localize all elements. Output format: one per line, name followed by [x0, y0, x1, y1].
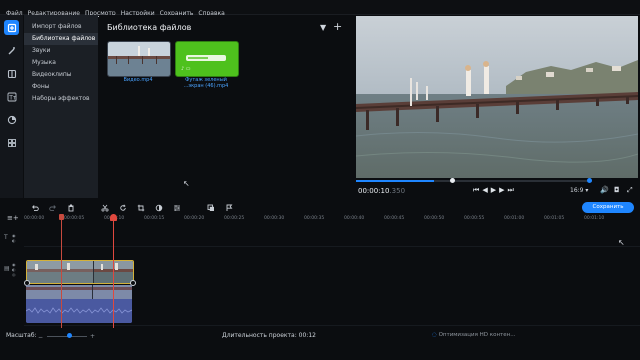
ruler-tick-label: 00:00:00	[24, 216, 45, 221]
add-icon[interactable]: +	[333, 20, 342, 33]
menu-item-effect-sets[interactable]: Наборы эффектов	[24, 93, 98, 105]
grid-icon[interactable]	[4, 135, 19, 150]
file-thumb-video[interactable]	[107, 41, 171, 77]
library-title: Библиотека файлов	[107, 23, 192, 32]
caption-line-2: ...экран (46).mp4	[183, 83, 229, 89]
duration-label: Длительность проекта:	[222, 332, 297, 339]
magic-wand-icon[interactable]	[4, 43, 19, 58]
text-track-icon: T	[4, 234, 8, 241]
spinner-icon: ◌	[432, 332, 437, 338]
progress-end-marker	[587, 178, 592, 183]
rotate-icon[interactable]	[118, 203, 128, 213]
ruler-tick-label: 00:01:00	[504, 216, 525, 221]
mouse-pointer-icon: ↖	[618, 238, 625, 247]
ruler-tick-label: 00:00:55	[464, 216, 485, 221]
fullscreen-icon[interactable]: ⤢	[627, 186, 633, 195]
ruler-tick-label: 00:00:35	[304, 216, 325, 221]
overlay-icon[interactable]	[206, 203, 216, 213]
menu-item-music[interactable]: Музыка	[24, 57, 98, 69]
text-track-controls[interactable]: ◉ ◐	[12, 233, 16, 243]
timeline-tracks: T ◉ ◐ ▤ ◉ ◐ ◎ ↖	[0, 226, 640, 328]
aspect-value: 16:9	[570, 187, 584, 194]
playhead-handle[interactable]	[110, 214, 117, 221]
delete-icon[interactable]	[66, 203, 76, 213]
video-track-controls[interactable]: ◉ ◐ ◎	[12, 262, 16, 277]
time-current: 00:00:10	[358, 187, 390, 195]
mouse-cursor-icon: ↖	[183, 179, 190, 188]
menu-item-import[interactable]: Импорт файлов	[24, 21, 98, 33]
menu-item-backgrounds[interactable]: Фоны	[24, 81, 98, 93]
project-duration: Длительность проекта: 00:12	[222, 332, 316, 339]
ruler-tick-label: 00:01:05	[544, 216, 565, 221]
ruler-tick-label: 00:00:05	[64, 216, 85, 221]
zoom-in-icon[interactable]: +	[90, 333, 95, 340]
track-divider-bottom	[24, 325, 640, 326]
transition-icon[interactable]	[4, 112, 19, 127]
playhead-line	[113, 214, 114, 328]
progress-handle[interactable]	[450, 178, 455, 183]
category-menu: Импорт файлов Библиотека файлов Звуки Му…	[24, 15, 98, 198]
import-icon[interactable]	[4, 20, 19, 35]
video-track-icon: ▤	[4, 265, 10, 272]
ruler-tick-label: 00:00:30	[264, 216, 285, 221]
camera-icon[interactable]: ◘	[614, 186, 620, 194]
filter-icon[interactable]: ▼	[320, 23, 326, 32]
volume-icon[interactable]: 🔊	[600, 186, 609, 194]
marker-flag-icon[interactable]	[224, 203, 234, 213]
step-back-icon[interactable]: ◀	[482, 186, 490, 194]
menu-item-sounds[interactable]: Звуки	[24, 45, 98, 57]
svg-text:Tт: Tт	[8, 94, 17, 101]
ruler-tick-label: 00:00:45	[384, 216, 405, 221]
optimization-status: ◌ Оптимизация HD контен...	[432, 332, 516, 338]
zoom-out-icon[interactable]: −	[38, 334, 43, 341]
svg-text:♪ ▭: ♪ ▭	[181, 66, 191, 72]
ruler-tick-label: 00:00:20	[184, 216, 205, 221]
ruler-tick-label: 00:00:15	[144, 216, 165, 221]
preview-panel: 00:00:10.350 ⏮◀▶▶⏭ 16:9 ▾ 🔊 ◘ ⤢	[354, 15, 640, 198]
text-icon[interactable]: Tт	[4, 89, 19, 104]
playback-controls: ⏮◀▶▶⏭	[473, 186, 517, 195]
ruler-tick-label: 00:00:40	[344, 216, 365, 221]
aspect-selector[interactable]: 16:9 ▾	[570, 187, 588, 194]
audio-clip[interactable]	[26, 285, 132, 323]
file-caption-green-screen: Футаж зеленый ...экран (46).mp4	[171, 77, 241, 89]
status-bar: Масштаб: − + Длительность проекта: 00:12…	[0, 329, 640, 360]
time-fraction: .350	[389, 187, 406, 195]
time-display: 00:00:10.350	[358, 187, 405, 195]
optimization-text: Оптимизация HD контен...	[438, 332, 516, 338]
crop-icon[interactable]	[136, 203, 146, 213]
ruler-tick-label: 00:00:25	[224, 216, 245, 221]
tool-sidebar: Tт	[0, 15, 23, 198]
ruler-tick-label: 00:01:10	[584, 216, 605, 221]
file-caption-video: Видео.mp4	[123, 77, 153, 83]
in-marker-handle[interactable]	[59, 214, 64, 220]
menu-bar: Файл Редактирование Просмотр Настройки Сохра…	[0, 0, 640, 17]
filter-icon[interactable]	[4, 66, 19, 81]
play-icon[interactable]: ▶	[491, 186, 499, 194]
video-clip[interactable]	[26, 260, 134, 284]
track-divider	[24, 246, 640, 247]
save-button[interactable]: Сохранить	[582, 202, 634, 213]
cut-icon[interactable]	[100, 203, 110, 213]
skip-end-icon[interactable]: ⏭	[507, 186, 516, 194]
video-preview	[356, 16, 638, 178]
file-library-panel: Библиотека файлов ▼ + Видео.mp4 ♪ ▭ Фута…	[99, 15, 351, 198]
properties-icon[interactable]	[172, 203, 182, 213]
color-adjust-icon[interactable]	[154, 203, 164, 213]
playback-progress[interactable]	[356, 180, 592, 182]
file-thumb-green-screen[interactable]: ♪ ▭	[175, 41, 239, 77]
duration-value: 00:12	[298, 332, 316, 339]
undo-icon[interactable]	[30, 203, 40, 213]
menu-item-videoclips[interactable]: Видеоклипы	[24, 69, 98, 81]
add-track-icon[interactable]: ≡+	[7, 214, 19, 222]
progress-fill	[356, 180, 434, 182]
zoom-slider-handle[interactable]	[67, 333, 72, 338]
skip-start-icon[interactable]: ⏮	[473, 186, 482, 194]
in-marker-line	[61, 214, 62, 328]
zoom-label: Масштаб:	[6, 332, 37, 339]
redo-icon[interactable]	[48, 203, 58, 213]
ruler-tick-label: 00:00:50	[424, 216, 445, 221]
menu-item-library[interactable]: Библиотека файлов	[24, 33, 98, 45]
